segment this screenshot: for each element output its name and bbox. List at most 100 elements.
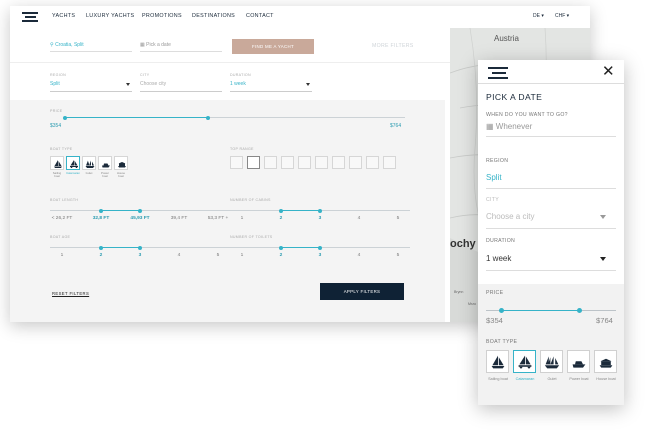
tonnage-option[interactable] [247,156,260,169]
city-select[interactable]: Choose a city [486,212,534,221]
slider-handle-min[interactable] [99,208,103,213]
boat-type-gulet[interactable] [82,156,96,170]
city-label: CITY [140,73,150,77]
region-label: REGION [486,158,509,164]
slider-tick: 53,3 FT + [207,216,229,221]
slider-tick: 5 [396,253,400,258]
cabins-label: NUMBER OF CABINS [230,198,271,202]
nav-luxury-yachts[interactable]: LUXURY YACHTS [86,13,134,19]
find-yacht-button[interactable]: FIND ME A YACHT [232,39,314,54]
region-select[interactable]: Split [50,81,60,87]
boat-type-caption: House boat [116,171,126,179]
language-select[interactable]: DE ▾ [533,13,544,19]
house-boat-icon [118,162,126,168]
location-field[interactable]: ⚲ Croatia, Split [50,39,132,52]
boat-type-catamaran[interactable] [513,350,536,373]
mobile-filter-panel: ✕ PICK A DATE WHEN DO YOU WANT TO GO? ▦ … [478,60,624,405]
date-field[interactable]: ▦ Whenever [486,122,532,131]
mobile-title: PICK A DATE [486,92,543,102]
boat-type-gulet[interactable] [540,350,563,373]
boat-type-caption: Power boat [569,377,589,381]
boat-type-power-boat[interactable] [567,350,590,373]
boat-type-caption: Catamaran [66,171,80,175]
slider-tick: 4 [357,253,361,258]
price-label: PRICE [50,109,63,113]
city-select[interactable]: Choose city [140,81,166,87]
slider-handle-max[interactable] [318,245,322,250]
filter-row: REGION Split CITY Choose city DURATION 1… [10,62,450,100]
tonnage-option[interactable] [315,156,328,169]
slider-tick: 45,93 FT [130,216,150,221]
slider-handle-max[interactable] [318,208,322,213]
nav-contact[interactable]: CONTACT [246,13,274,19]
region-label: REGION [50,73,66,77]
boat-type-caption: House boat [596,377,616,381]
date-field[interactable]: ▦ Pick a date [140,39,222,52]
boat-type-sailing-boat[interactable] [486,350,509,373]
chevron-down-icon [600,215,606,219]
slider-handle-max[interactable] [138,208,142,213]
tonnage-option[interactable] [383,156,396,169]
region-select[interactable]: Split [486,173,502,182]
price-slider-handle-min[interactable] [63,115,67,120]
slider-tick: 5 [396,216,400,221]
price-slider-handle-max[interactable] [205,115,210,120]
duration-select[interactable]: 1 week [230,81,246,87]
apply-filters-button[interactable]: APPLY FILTERS [320,283,404,300]
menu-icon[interactable] [22,12,38,22]
tonnage-option[interactable] [349,156,362,169]
boat-type-label: BOAT TYPE [486,339,518,345]
duration-label: DURATION [230,73,251,77]
slider-handle-max[interactable] [138,245,142,250]
slider-tick: < 26,2 FT [51,216,73,221]
boat-type-house-boat[interactable] [114,156,128,170]
currency-select[interactable]: CHF ▾ [555,13,569,19]
power-boat-icon [102,163,110,168]
tonnage-option[interactable] [281,156,294,169]
chevron-down-icon [306,83,310,86]
slider-range [281,247,320,248]
duration-label: DURATION [486,238,516,244]
price-max: $764 [596,316,613,325]
duration-select[interactable]: 1 week [486,254,511,263]
map-label-small: Mrzo [468,302,476,306]
menu-icon[interactable] [488,67,508,79]
slider-range [101,210,140,211]
map-label-small: Brynn [454,290,464,294]
age-label: BOAT AGE [50,235,71,239]
boat-type-house-boat[interactable] [594,350,617,373]
nav-promotions[interactable]: PROMOTIONS [142,13,182,19]
nav-yachts[interactable]: YACHTS [52,13,75,19]
chevron-down-icon [126,83,130,86]
boat-type-caption: Gulet [547,377,557,381]
close-icon[interactable]: ✕ [602,64,615,79]
tonnage-option[interactable] [366,156,379,169]
boat-type-catamaran[interactable] [66,156,80,170]
slider-handle-min[interactable] [279,208,283,213]
price-min: $354 [50,123,62,129]
boat-type-sailing-boat[interactable] [50,156,64,170]
price-max: $764 [390,123,402,129]
slider-range [101,247,140,248]
more-filters-link[interactable]: MORE FILTERS [372,43,414,49]
gulet-icon [85,160,95,168]
slider-tick: 1 [240,216,244,221]
slider-handle-min[interactable] [99,245,103,250]
slider-handle-min[interactable] [279,245,283,250]
slider-tick: 2 [99,253,103,258]
tonnage-option[interactable] [332,156,345,169]
sailing-boat-icon [54,160,62,168]
catamaran-icon [518,355,532,369]
tonnage-option[interactable] [264,156,277,169]
map-label-city: ochy [450,238,476,250]
slider-tick: 4 [177,253,181,258]
tonnage-option[interactable] [230,156,243,169]
reset-filters-link[interactable]: RESET FILTERS [52,291,89,296]
slider-tick: 39,4 FT [170,216,188,221]
boat-type-power-boat[interactable] [98,156,112,170]
tonnage-label: TOP RANGE [230,147,254,151]
power-boat-icon [572,361,586,368]
boat-type-caption: Gulet [85,171,93,175]
nav-destinations[interactable]: DESTINATIONS [192,13,235,19]
tonnage-option[interactable] [298,156,311,169]
